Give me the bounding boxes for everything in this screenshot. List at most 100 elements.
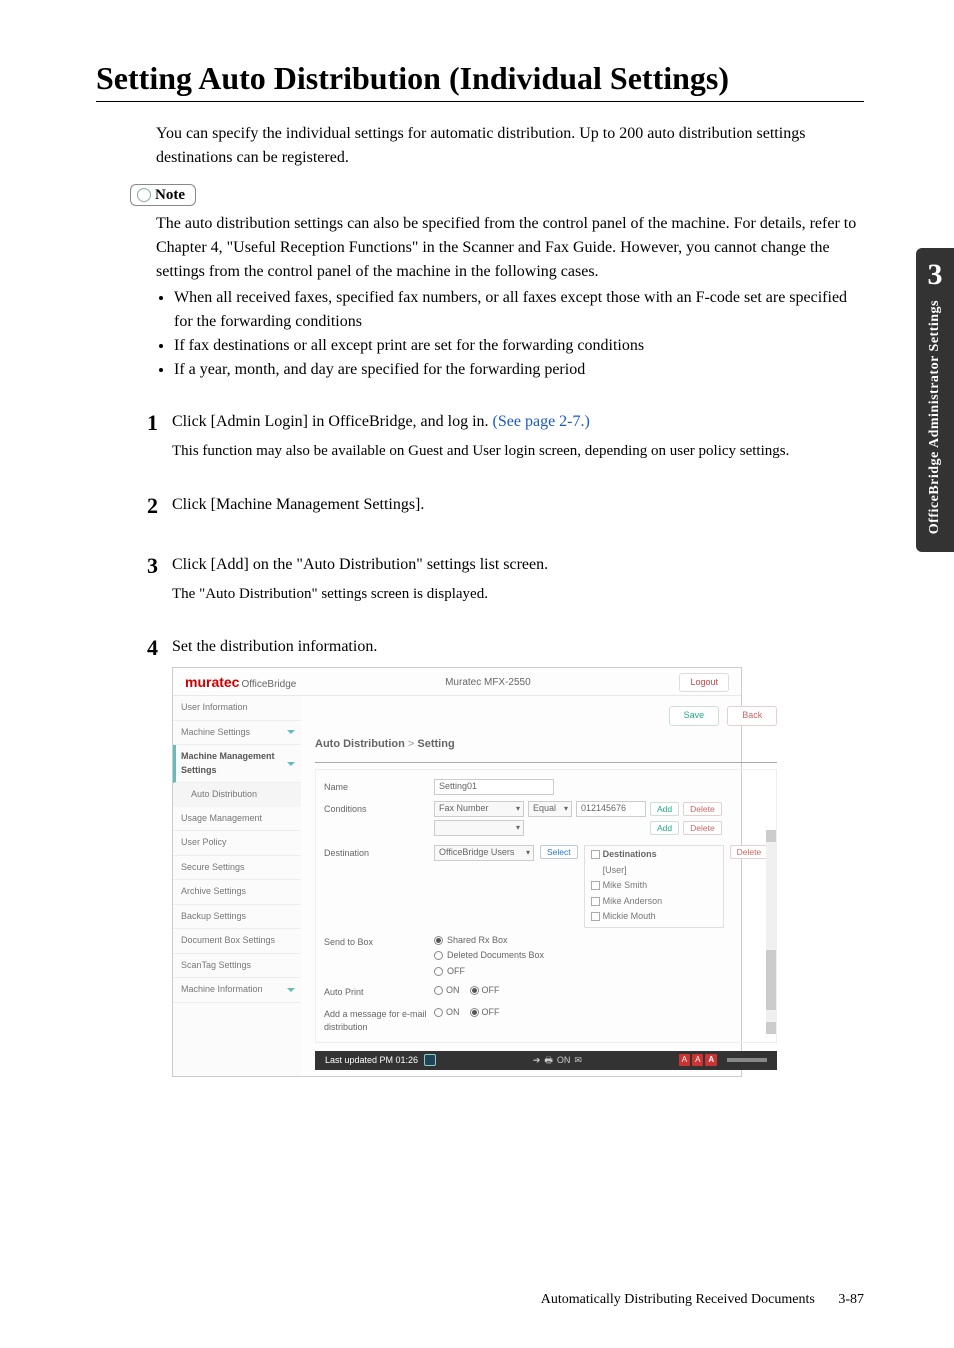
main-panel: Save Back Auto Distribution > Setting <box>301 696 791 1076</box>
sidebar-item-user-policy[interactable]: User Policy <box>173 831 301 856</box>
sidebar-item-machine-info[interactable]: Machine Information <box>173 978 301 1003</box>
destinations-box: Destinations [User] Mike Smith Mike Ande… <box>584 845 724 928</box>
radio-shared-rx[interactable] <box>434 936 443 945</box>
note-bullet: If a year, month, and day are specified … <box>174 358 864 382</box>
dest-group: [User] <box>591 863 717 879</box>
settings-form: Name Setting01 Conditions F <box>315 769 777 1043</box>
radio-addmsg-on[interactable] <box>434 1008 443 1017</box>
logout-button[interactable]: Logout <box>679 673 729 693</box>
printer-icon: 🖶 <box>544 1054 553 1068</box>
step-text: Click [Add] on the "Auto Distribution" s… <box>172 553 864 577</box>
sidebar-item-docbox[interactable]: Document Box Settings <box>173 929 301 954</box>
radio-deleted-docs[interactable] <box>434 951 443 960</box>
step-subtext: This function may also be available on G… <box>172 440 864 463</box>
cond-add-button[interactable]: Add <box>650 802 679 816</box>
mail-icon: ✉ <box>574 1054 582 1068</box>
cond-value-input[interactable]: 012145676 <box>576 801 646 817</box>
send-to-box-label: Send to Box <box>324 934 434 950</box>
chapter-tab: 3 OfficeBridge Administrator Settings <box>916 248 954 552</box>
dest-check[interactable] <box>591 897 600 906</box>
dest-type-select[interactable]: OfficeBridge Users <box>434 845 534 861</box>
dest-item: Mike Smith <box>603 879 648 893</box>
step-2: 2 Click [Machine Management Settings]. <box>96 493 864 523</box>
main-rule <box>315 762 777 763</box>
text-size-med[interactable]: A <box>692 1054 703 1066</box>
note-para: The auto distribution settings can also … <box>156 215 856 280</box>
sidebar-item-backup[interactable]: Backup Settings <box>173 905 301 930</box>
destination-label: Destination <box>324 845 434 861</box>
cond-type-select-2[interactable] <box>434 820 524 836</box>
progress-bar <box>727 1058 767 1062</box>
radio-addmsg-off[interactable] <box>470 1008 479 1017</box>
autoprint-label: Auto Print <box>324 984 434 1000</box>
cond-delete-button[interactable]: Delete <box>683 802 722 816</box>
cond-op-select[interactable]: Equal <box>528 801 572 817</box>
note-heading: Note <box>130 184 196 206</box>
scroll-up-icon[interactable] <box>766 830 776 842</box>
step-1: 1 Click [Admin Login] in OfficeBridge, a… <box>96 410 864 463</box>
name-label: Name <box>324 779 434 795</box>
chapter-number: 3 <box>928 258 943 292</box>
refresh-icon[interactable] <box>424 1054 436 1066</box>
cond-add-button-2[interactable]: Add <box>650 821 679 835</box>
sidebar-item-user-info[interactable]: User Information <box>173 696 301 721</box>
note-label: Note <box>155 187 185 204</box>
ss-header: muratecOfficeBridge Muratec MFX-2550 Log… <box>173 668 741 696</box>
conditions-label: Conditions <box>324 801 434 817</box>
sidebar-item-usage[interactable]: Usage Management <box>173 807 301 832</box>
officebridge-screenshot: muratecOfficeBridge Muratec MFX-2550 Log… <box>172 667 742 1077</box>
radio-off[interactable] <box>434 967 443 976</box>
dest-item: Mike Anderson <box>603 895 663 909</box>
sidebar-item-mms[interactable]: Machine Management Settings <box>173 745 301 783</box>
sidebar-item-scantag[interactable]: ScanTag Settings <box>173 954 301 979</box>
sidebar-item-archive[interactable]: Archive Settings <box>173 880 301 905</box>
step-number: 3 <box>138 553 158 606</box>
arrow-icon: ➔ <box>533 1054 541 1068</box>
dest-check[interactable] <box>591 881 600 890</box>
cond-type-select[interactable]: Fax Number <box>434 801 524 817</box>
step-number: 4 <box>138 635 158 1077</box>
footer-section: Automatically Distributing Received Docu… <box>541 1292 815 1307</box>
page-title: Setting Auto Distribution (Individual Se… <box>96 60 864 97</box>
title-rule <box>96 101 864 102</box>
chapter-label: OfficeBridge Administrator Settings <box>927 300 943 534</box>
footer-page: 3-87 <box>838 1292 864 1307</box>
select-button[interactable]: Select <box>540 845 578 859</box>
save-button[interactable]: Save <box>669 706 720 726</box>
sidebar-sub-auto-dist[interactable]: Auto Distribution <box>173 783 301 807</box>
status-bar: Last updated PM 01:26 ➔ 🖶 ON ✉ <box>315 1051 777 1071</box>
dest-item: Mickie Mouth <box>603 910 656 924</box>
dest-check-all[interactable] <box>591 850 600 859</box>
scrollbar[interactable] <box>766 830 776 1034</box>
step-number: 2 <box>138 493 158 523</box>
name-input[interactable]: Setting01 <box>434 779 554 795</box>
on-indicator: ON <box>557 1054 571 1068</box>
step-text: Set the distribution information. <box>172 635 864 659</box>
last-updated: Last updated PM 01:26 <box>325 1054 418 1068</box>
dest-check[interactable] <box>591 912 600 921</box>
intro-text: You can specify the individual settings … <box>156 122 864 170</box>
page-footer: Automatically Distributing Received Docu… <box>541 1292 864 1308</box>
cond-delete-button-2[interactable]: Delete <box>683 821 722 835</box>
scroll-thumb[interactable] <box>766 950 776 1010</box>
see-page-link[interactable]: (See page 2-7.) <box>493 413 590 430</box>
step-text: Click [Machine Management Settings]. <box>172 493 864 517</box>
step-subtext: The "Auto Distribution" settings screen … <box>172 583 864 606</box>
sidebar: User Information Machine Settings Machin… <box>173 696 301 1076</box>
radio-autoprint-on[interactable] <box>434 986 443 995</box>
text-size-small[interactable]: A <box>679 1054 690 1066</box>
sidebar-item-machine-settings[interactable]: Machine Settings <box>173 721 301 746</box>
step-text: Click [Admin Login] in OfficeBridge, and… <box>172 410 864 434</box>
sidebar-item-secure[interactable]: Secure Settings <box>173 856 301 881</box>
step-number: 1 <box>138 410 158 463</box>
addmsg-label: Add a message for e-mail distribution <box>324 1006 434 1035</box>
model-label: Muratec MFX-2550 <box>445 675 531 690</box>
step-3: 3 Click [Add] on the "Auto Distribution"… <box>96 553 864 606</box>
text-size-large[interactable]: A <box>705 1054 717 1066</box>
radio-autoprint-off[interactable] <box>470 986 479 995</box>
note-bullet: When all received faxes, specified fax n… <box>174 286 864 334</box>
text-size-controls[interactable]: A A A <box>679 1054 717 1066</box>
dest-delete-button[interactable]: Delete <box>730 845 769 859</box>
back-button[interactable]: Back <box>727 706 777 726</box>
scroll-down-icon[interactable] <box>766 1022 776 1034</box>
